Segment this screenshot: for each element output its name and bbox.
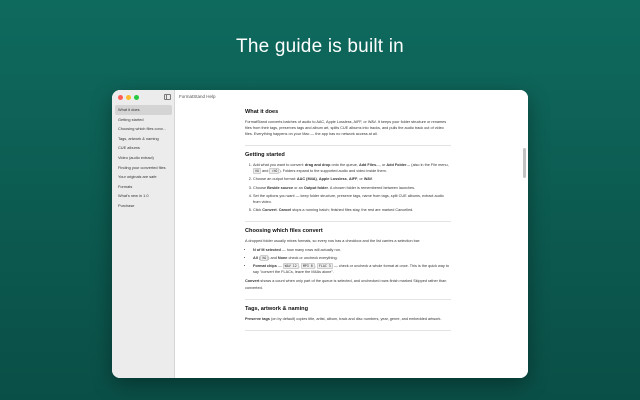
sidebar-item-getting-started[interactable]: Getting started	[115, 115, 172, 125]
sidebar-item-tags-artwork[interactable]: Tags, artwork & naming	[115, 134, 172, 144]
list-item: Format chips — WAV 12, MP3 8, FLAC 3 — c…	[253, 263, 451, 275]
scrollbar[interactable]	[523, 148, 526, 178]
section-footnote: Convert shows a count when only part of …	[245, 279, 447, 290]
section-getting-started: Getting started Add what you want to con…	[245, 152, 451, 222]
section-what-it-does: What it does FormatStand converts batche…	[245, 109, 451, 147]
section-heading: Tags, artwork & naming	[245, 305, 308, 312]
sidebar-item-formats[interactable]: Formats	[115, 182, 172, 192]
shortcut-key: ⌘A	[260, 255, 269, 262]
shortcut-key: ⌘O	[253, 168, 261, 175]
sidebar-item-originals-safe[interactable]: Your originals are safe	[115, 172, 172, 182]
list-item: Click Convert. Cancel stops a running ba…	[253, 207, 451, 213]
sidebar-item-finding-files[interactable]: Finding your converted files	[115, 163, 172, 173]
section-body: A dropped folder usually mixes formats, …	[245, 238, 421, 243]
sidebar-item-whats-new[interactable]: What's new in 1.0	[115, 191, 172, 201]
section-tags-artwork: Tags, artwork & naming Preserve tags (on…	[245, 306, 451, 331]
list-item: All (⌘A) and None check or uncheck every…	[253, 255, 451, 262]
list-item: Add what you want to convert: drag and d…	[253, 162, 451, 175]
sidebar-item-purchase[interactable]: Purchase	[115, 201, 172, 211]
section-heading: Getting started	[245, 152, 285, 159]
format-chip: WAV 12	[282, 263, 299, 270]
list-item: N of M selected — how many rows will act…	[253, 247, 451, 253]
main-pane: FormatStand Help What it does FormatStan…	[175, 90, 528, 378]
window-controls	[118, 95, 139, 100]
steps-list: Add what you want to convert: drag and d…	[245, 162, 451, 213]
zoom-button[interactable]	[134, 95, 139, 100]
bullet-list: N of M selected — how many rows will act…	[245, 247, 451, 275]
list-item: Choose Beside source or an Output folder…	[253, 185, 451, 191]
help-window: What it does Getting started Choosing wh…	[112, 90, 528, 378]
sidebar-item-choosing-files[interactable]: Choosing which files conv...	[115, 124, 172, 134]
sidebar-nav: What it does Getting started Choosing wh…	[115, 105, 172, 211]
help-content: What it does FormatStand converts batche…	[245, 109, 451, 337]
shortcut-key: ⇧⌘O	[269, 168, 280, 175]
sidebar-item-video[interactable]: Video (audio extract)	[115, 153, 172, 163]
list-item: Choose an output format: AAC (M4A), Appl…	[253, 176, 451, 182]
minimize-button[interactable]	[126, 95, 131, 100]
section-body: Preserve tags (on by default) copies tit…	[245, 316, 442, 321]
sidebar: What it does Getting started Choosing wh…	[112, 90, 175, 378]
format-chip: MP3 8	[300, 263, 315, 270]
window-title: FormatStand Help	[179, 94, 216, 99]
section-body: FormatStand converts batches of audio to…	[245, 120, 447, 137]
sidebar-item-cue-albums[interactable]: CUE albums	[115, 143, 172, 153]
sidebar-toggle-icon[interactable]	[164, 94, 171, 100]
close-button[interactable]	[118, 95, 123, 100]
list-item: Set the options you want — keep folder s…	[253, 193, 451, 205]
sidebar-item-what-it-does[interactable]: What it does	[115, 105, 172, 115]
format-chip: FLAC 3	[316, 263, 333, 270]
hero-title: The guide is built in	[236, 36, 404, 57]
section-choosing-files: Choosing which files convert A dropped f…	[245, 228, 451, 300]
section-heading: What it does	[245, 109, 279, 115]
section-heading: Choosing which files convert	[245, 227, 323, 234]
